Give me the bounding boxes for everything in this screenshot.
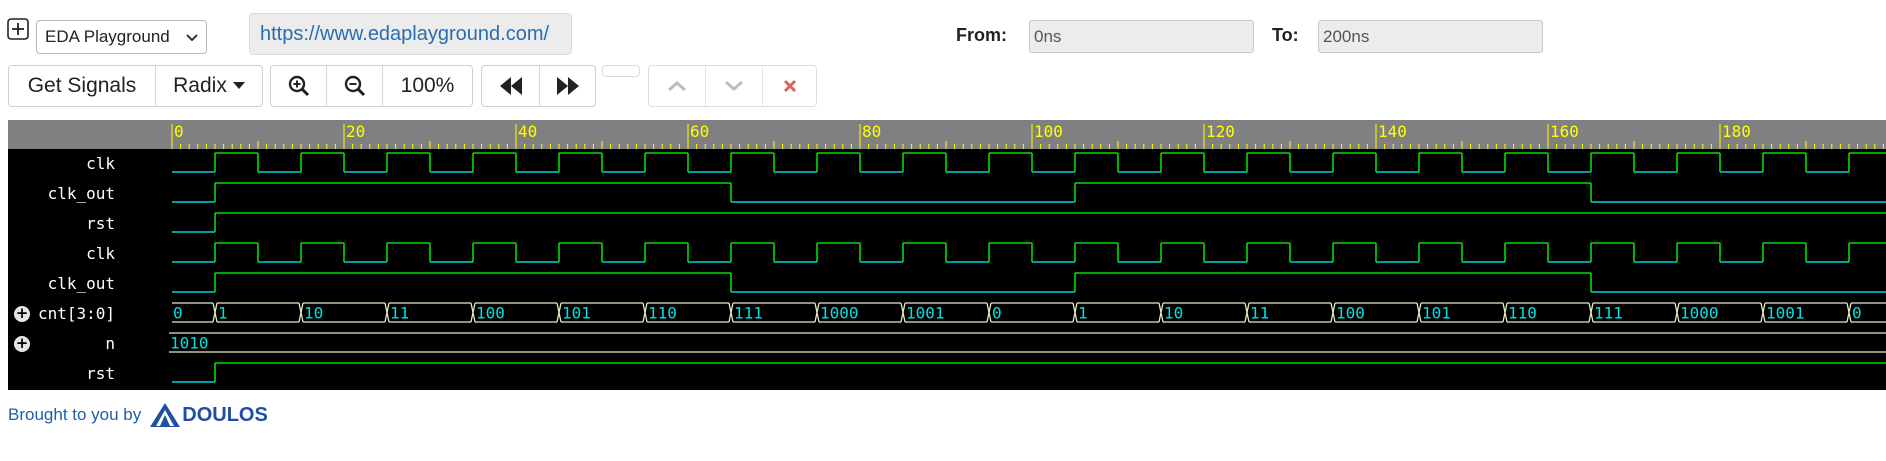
cnt-value-label: 10	[304, 304, 323, 323]
signal-name-clkout[interactable]: clk_out	[48, 274, 115, 293]
signal-name-clkout[interactable]: clk_out	[48, 184, 115, 203]
from-label: From:	[956, 25, 1007, 45]
brand-select-value: EDA Playground	[45, 27, 170, 46]
expand-signal-icon[interactable]: +	[14, 336, 30, 352]
chevron-up-icon	[668, 81, 686, 92]
ruler-label: 180	[1722, 122, 1751, 141]
get-signals-label: Get Signals	[27, 74, 137, 97]
caret-down-icon	[232, 82, 245, 89]
signal-name-cnt30[interactable]: cnt[3:0]	[38, 304, 115, 323]
cnt-value-label: 1001	[906, 304, 945, 323]
time-ruler	[169, 120, 1886, 149]
signal-name-n[interactable]: n	[105, 334, 115, 353]
ruler-label: 0	[174, 122, 184, 141]
zoom-button-group: 100%	[270, 65, 473, 107]
signal-name-ruler-spacer	[8, 120, 169, 149]
cnt-value-label: 101	[1422, 304, 1451, 323]
url-box[interactable]: https://www.edaplayground.com/	[249, 13, 572, 55]
plus-square-icon	[7, 18, 29, 40]
remove-cursor-button[interactable]	[763, 66, 816, 106]
cnt-value-label: 101	[562, 304, 591, 323]
ruler-label: 80	[862, 122, 881, 141]
signals-button-group: Get Signals Radix	[8, 65, 263, 107]
cnt-value-label: 10	[1164, 304, 1183, 323]
zoom-level: 100%	[400, 74, 455, 97]
ruler-label: 160	[1550, 122, 1579, 141]
rewind-button[interactable]	[482, 66, 539, 106]
signal-names-panel: clk clk_out rst clk clk_out cnt[3:0] + n + rst	[8, 149, 169, 390]
get-signals-button[interactable]: Get Signals	[9, 66, 155, 106]
cnt-value-label: 100	[476, 304, 505, 323]
blank-button[interactable]	[602, 65, 640, 77]
footer-brand[interactable]: DOULOS	[182, 404, 268, 427]
signal-name-rst[interactable]: rst	[86, 364, 115, 383]
navigate-button-group	[481, 65, 596, 107]
to-input[interactable]: 200ns	[1318, 20, 1543, 53]
waveform-background	[169, 149, 1886, 390]
ruler-label: 140	[1378, 122, 1407, 141]
zoom-in-icon	[288, 75, 309, 97]
brand-select[interactable]: EDA Playground	[36, 20, 207, 54]
chevron-down-icon	[725, 80, 743, 91]
doulos-logo-icon[interactable]	[149, 402, 181, 428]
fast-forward-button[interactable]	[540, 66, 595, 106]
cnt-value-label: 110	[648, 304, 677, 323]
signal-name-clk[interactable]: clk	[86, 154, 115, 173]
cnt-value-label: 1000	[1680, 304, 1719, 323]
to-label: To:	[1272, 25, 1299, 45]
chevron-down-icon	[186, 34, 198, 42]
expand-panel-button[interactable]	[7, 18, 29, 40]
cnt-value-label: 111	[1594, 304, 1623, 323]
rewind-icon	[499, 77, 522, 95]
zoom-in-button[interactable]	[271, 66, 326, 106]
cursor-down-button[interactable]	[706, 66, 762, 106]
ruler-label: 20	[346, 122, 365, 141]
n-value-label: 1010	[170, 334, 209, 353]
footer-text: Brought to you by	[8, 405, 142, 424]
fast-forward-icon	[556, 77, 579, 95]
cnt-value-label: 111	[734, 304, 763, 323]
cnt-value-label: 0	[992, 304, 1002, 323]
cnt-value-label: 1000	[820, 304, 859, 323]
signal-name-clk[interactable]: clk	[86, 244, 115, 263]
zoom-out-button[interactable]	[327, 66, 382, 106]
ruler-label: 60	[690, 122, 709, 141]
cnt-value-label: 1	[1078, 304, 1088, 323]
radix-label: Radix	[173, 74, 227, 97]
cnt-value-label: 100	[1336, 304, 1365, 323]
radix-dropdown-button[interactable]: Radix	[156, 66, 262, 106]
cnt-value-label: 0	[173, 304, 183, 323]
cnt-value-label: 11	[390, 304, 409, 323]
cursor-up-button[interactable]	[649, 66, 705, 106]
cnt-value-label: 11	[1250, 304, 1269, 323]
close-icon	[783, 79, 796, 93]
cnt-value-label: 0	[1852, 304, 1862, 323]
ruler-label: 40	[518, 122, 537, 141]
ruler-label: 100	[1034, 122, 1063, 141]
expand-signal-icon[interactable]: +	[14, 306, 30, 322]
zoom-level-button[interactable]: 100%	[383, 66, 472, 106]
cursor-button-group	[648, 65, 817, 107]
cnt-value-label: 1001	[1766, 304, 1805, 323]
signal-name-rst[interactable]: rst	[86, 214, 115, 233]
zoom-out-icon	[344, 75, 365, 97]
cnt-value-label: 110	[1508, 304, 1537, 323]
footer: Brought to you by DOULOS	[8, 402, 268, 428]
cnt-value-label: 1	[218, 304, 228, 323]
waveform-canvas[interactable]: 0 20 40 60 80 100 120 140 160 1800 1 10 11 100 101 110 1…	[169, 120, 1886, 390]
url-link[interactable]: https://www.edaplayground.com/	[260, 23, 549, 46]
ruler-label: 120	[1206, 122, 1235, 141]
from-input[interactable]: 0ns	[1029, 20, 1254, 53]
